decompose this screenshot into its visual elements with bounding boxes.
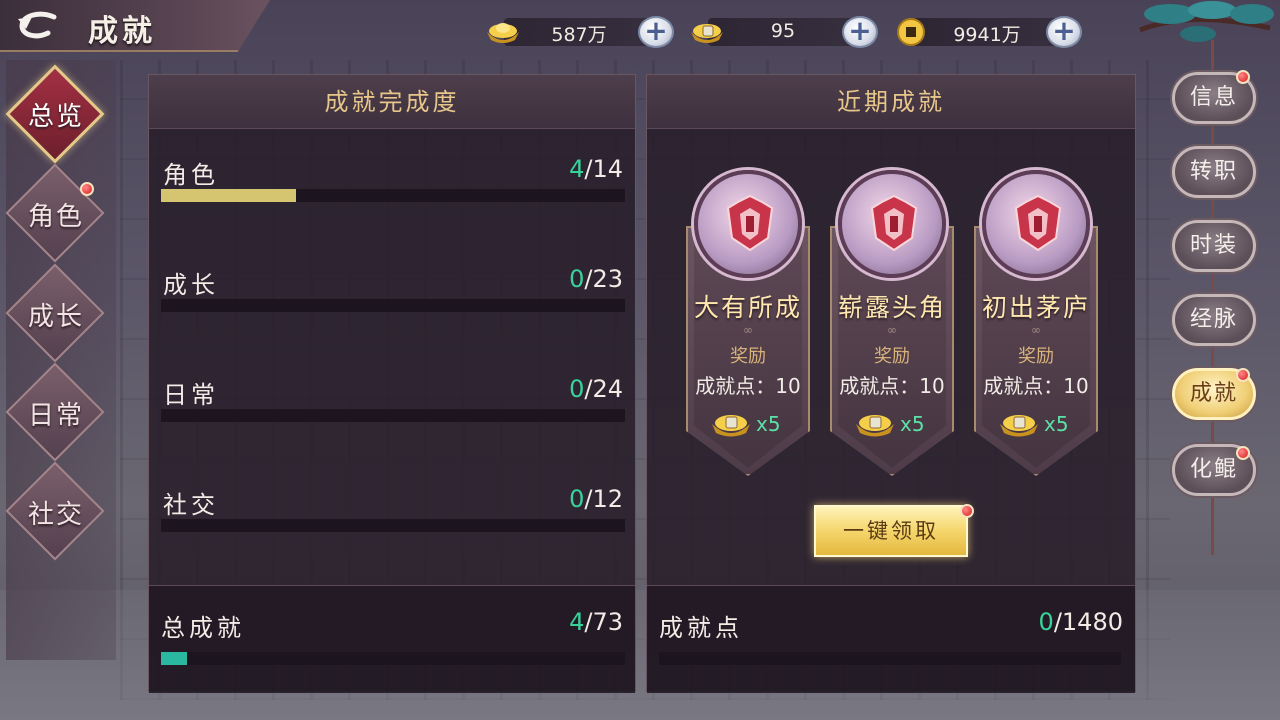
reward-title: 奖励 — [874, 346, 910, 367]
progress-bar-total — [161, 652, 625, 665]
progress-bar-social — [161, 519, 625, 532]
back-arrow-icon — [18, 11, 57, 39]
row-label-growth: 成长 — [163, 271, 219, 299]
achievement-points: 成就点：10 — [695, 374, 801, 398]
notification-badge — [1236, 446, 1250, 460]
bound-ingot-icon — [1000, 415, 1038, 437]
reward-multiplier: x5 — [1044, 412, 1069, 436]
tab-class-change[interactable]: 转职 — [1172, 146, 1256, 198]
bound-ingot-icon — [712, 415, 750, 437]
add-gold-button[interactable]: + — [638, 16, 674, 48]
achievement-emblem-icon — [838, 170, 946, 278]
achievement-points: 成就点：10 — [983, 374, 1089, 398]
progress-bar-role — [161, 189, 625, 202]
achievement-name: 崭露头角 — [837, 293, 946, 322]
add-bound-button[interactable]: + — [842, 16, 878, 48]
ornament-divider: ∞ — [887, 323, 897, 337]
progress-bar-points — [659, 652, 1121, 665]
achievement-name: 初出茅庐 — [981, 293, 1090, 322]
row-count-role: 4/14 — [569, 155, 623, 183]
back-button[interactable] — [10, 6, 66, 46]
currency-bound: 95 + — [688, 16, 878, 48]
achievement-emblem-icon — [694, 170, 802, 278]
total-count: 4/73 — [569, 608, 623, 636]
currency-gold: 587万 + — [484, 16, 674, 48]
ornament-divider: ∞ — [1031, 323, 1041, 337]
row-label-daily: 日常 — [163, 381, 219, 409]
reward-multiplier: x5 — [900, 412, 925, 436]
completion-panel-title: 成就完成度 — [149, 75, 635, 129]
row-count-growth: 0/23 — [569, 265, 623, 293]
progress-fill — [161, 189, 296, 202]
reward-item: x5 — [998, 408, 1078, 442]
add-copper-button[interactable]: + — [1046, 16, 1082, 48]
bound-ingot-icon — [856, 415, 894, 437]
reward-multiplier: x5 — [756, 412, 781, 436]
currency-value: 9941万 — [953, 24, 1021, 46]
notification-badge — [80, 182, 94, 196]
pine-branch-decoration — [1139, 1, 1274, 42]
recent-panel-title: 近期成就 — [647, 75, 1135, 129]
tab-meridian[interactable]: 经脉 — [1172, 294, 1256, 346]
claim-all-button[interactable]: 一键领取 — [814, 505, 968, 557]
row-count-social: 0/12 — [569, 485, 623, 513]
reward-item: x5 — [710, 408, 790, 442]
achievement-points: 成就点：10 — [839, 374, 945, 398]
progress-bar-daily — [161, 409, 625, 422]
currency-value: 587万 — [551, 24, 607, 46]
progress-fill — [161, 652, 187, 665]
page-title: 成就 — [88, 14, 156, 49]
row-label-role: 角色 — [163, 161, 219, 189]
gold-ingot-icon — [484, 16, 522, 48]
achievement-points-label: 成就点 — [659, 614, 743, 642]
achievement-points-section: 成就点 0/1480 — [647, 585, 1135, 693]
achievement-card[interactable]: 初出茅庐 ∞ 奖励 成就点：10 x5 — [974, 170, 1098, 480]
ornament-divider: ∞ — [743, 323, 753, 337]
progress-bar-growth — [161, 299, 625, 312]
achievement-emblem-icon — [982, 170, 1090, 278]
total-label: 总成就 — [161, 614, 245, 642]
achievement-points-count: 0/1480 — [1038, 608, 1123, 636]
achievement-name: 大有所成 — [693, 293, 802, 322]
tab-fashion[interactable]: 时装 — [1172, 220, 1256, 272]
bound-ingot-icon — [688, 16, 726, 48]
reward-title: 奖励 — [730, 346, 766, 367]
notification-badge — [1236, 70, 1250, 84]
achievement-card[interactable]: 大有所成 ∞ 奖励 成就点：10 x5 — [686, 170, 810, 480]
notification-badge — [960, 504, 974, 518]
reward-title: 奖励 — [1018, 346, 1054, 367]
reward-item: x5 — [854, 408, 934, 442]
currency-value: 95 — [770, 20, 796, 42]
row-label-social: 社交 — [163, 491, 219, 519]
row-count-daily: 0/24 — [569, 375, 623, 403]
achievement-card[interactable]: 崭露头角 ∞ 奖励 成就点：10 x5 — [830, 170, 954, 480]
copper-coin-icon — [892, 16, 930, 48]
notification-badge — [1236, 368, 1250, 382]
currency-copper: 9941万 + — [892, 16, 1082, 48]
completion-panel: 成就完成度 角色 4/14 成长 0/23 日常 0/24 社交 0/12 总成… — [148, 74, 636, 693]
total-section: 总成就 4/73 — [149, 585, 635, 693]
